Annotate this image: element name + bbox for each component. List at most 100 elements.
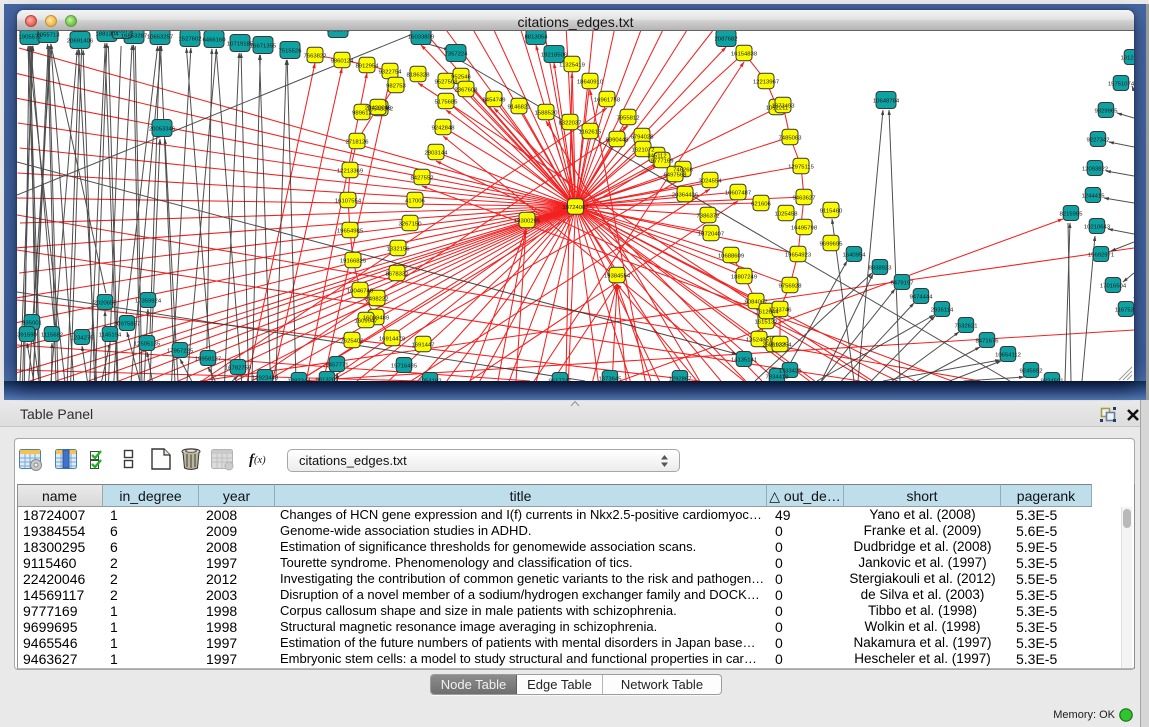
svg-text:1292867: 1292867 xyxy=(669,377,692,382)
svg-text:1733746: 1733746 xyxy=(769,308,793,314)
svg-text:19654923: 19654923 xyxy=(785,253,812,259)
svg-text:9463627: 9463627 xyxy=(793,196,816,202)
svg-text:9324501: 9324501 xyxy=(1041,379,1064,382)
svg-text:9457771: 9457771 xyxy=(326,363,349,369)
svg-text:621606: 621606 xyxy=(751,202,771,208)
svg-text:9084067: 9084067 xyxy=(745,300,768,306)
svg-text:9617741: 9617741 xyxy=(549,379,572,382)
svg-text:12213369: 12213369 xyxy=(337,169,363,175)
svg-text:2935114: 2935114 xyxy=(931,308,954,314)
svg-text:1025458: 1025458 xyxy=(775,212,799,218)
svg-text:1373645: 1373645 xyxy=(599,377,623,382)
svg-text:1292344: 1292344 xyxy=(288,379,312,382)
svg-text:18720407: 18720407 xyxy=(698,232,724,238)
svg-text:8471676: 8471676 xyxy=(976,339,1000,345)
svg-text:16782759: 16782759 xyxy=(225,366,251,372)
svg-text:8990448: 8990448 xyxy=(606,138,630,144)
svg-text:1498222: 1498222 xyxy=(366,297,389,303)
svg-text:9115460: 9115460 xyxy=(820,209,843,215)
svg-text:8322037: 8322037 xyxy=(559,121,582,127)
svg-text:12093822: 12093822 xyxy=(1082,167,1108,173)
svg-text:8186328: 8186328 xyxy=(407,73,431,79)
svg-text:16495798: 16495798 xyxy=(791,226,818,232)
svg-text:5175685: 5175685 xyxy=(435,100,459,106)
svg-text:7663822: 7663822 xyxy=(304,54,327,60)
svg-text:1615132: 1615132 xyxy=(755,320,778,326)
svg-text:19958127: 19958127 xyxy=(195,357,221,363)
svg-text:19654985: 19654985 xyxy=(337,229,364,235)
svg-text:7632621: 7632621 xyxy=(955,324,978,330)
svg-text:9322754: 9322754 xyxy=(379,70,403,76)
svg-text:12213967: 12213967 xyxy=(753,80,779,86)
svg-text:7386372: 7386372 xyxy=(697,214,720,220)
svg-text:1588520: 1588520 xyxy=(535,111,559,117)
svg-text:1115682: 1115682 xyxy=(41,333,63,339)
svg-text:17957225: 17957225 xyxy=(167,349,194,355)
svg-text:16154838: 16154838 xyxy=(731,52,758,58)
svg-text:8678332: 8678332 xyxy=(386,272,409,278)
svg-text:19166825: 19166825 xyxy=(340,259,367,265)
svg-text:15692971: 15692971 xyxy=(1088,253,1114,259)
svg-text:9699695: 9699695 xyxy=(820,242,844,248)
svg-text:985573: 985573 xyxy=(112,31,132,35)
svg-text:20691406: 20691406 xyxy=(67,39,94,45)
svg-text:16107554: 16107554 xyxy=(335,199,362,205)
svg-text:6794028: 6794028 xyxy=(631,135,655,141)
svg-text:8215955: 8215955 xyxy=(1060,212,1084,218)
svg-text:1873493: 1873493 xyxy=(772,104,796,110)
svg-text:17359924: 17359924 xyxy=(135,299,162,305)
svg-text:952546: 952546 xyxy=(451,75,471,81)
svg-text:10688609: 10688609 xyxy=(718,254,744,260)
svg-text:6497568: 6497568 xyxy=(664,173,688,179)
svg-text:9329965: 9329965 xyxy=(1095,109,1119,115)
svg-text:1054192: 1054192 xyxy=(419,379,442,382)
svg-text:2020655: 2020655 xyxy=(94,301,118,307)
svg-text:935001: 935001 xyxy=(22,321,42,327)
svg-text:2087682: 2087682 xyxy=(715,37,738,43)
svg-text:19218506: 19218506 xyxy=(541,53,568,59)
svg-text:16033809: 16033809 xyxy=(408,35,434,41)
svg-text:20975857: 20975857 xyxy=(114,322,140,328)
svg-text:18640910: 18640910 xyxy=(577,80,604,86)
svg-text:18807249: 18807249 xyxy=(731,275,757,281)
svg-text:8813054: 8813054 xyxy=(525,35,549,41)
svg-text:10210643: 10210643 xyxy=(1084,225,1111,231)
svg-text:7357224: 7357224 xyxy=(445,52,469,58)
svg-text:9227342: 9227342 xyxy=(1087,138,1110,144)
svg-text:18300295: 18300295 xyxy=(514,219,541,225)
svg-text:417006: 417006 xyxy=(405,199,425,205)
svg-text:17016504: 17016504 xyxy=(1100,284,1127,290)
svg-text:3267150: 3267150 xyxy=(399,222,423,228)
svg-text:7625402: 7625402 xyxy=(341,339,364,345)
svg-text:1691447: 1691447 xyxy=(412,343,435,349)
svg-text:9756928: 9756928 xyxy=(779,284,803,290)
svg-text:15716485: 15716485 xyxy=(391,364,418,370)
svg-text:8427552: 8427552 xyxy=(411,176,434,182)
svg-text:9813207: 9813207 xyxy=(316,378,339,382)
svg-text:9612254: 9612254 xyxy=(769,343,793,349)
svg-text:22420046: 22420046 xyxy=(365,106,392,112)
svg-text:1145194: 1145194 xyxy=(99,333,122,339)
svg-text:12923448: 12923448 xyxy=(252,376,279,382)
svg-text:2803144: 2803144 xyxy=(425,151,449,157)
svg-text:16671355: 16671355 xyxy=(250,44,277,50)
svg-text:12975115: 12975115 xyxy=(788,165,814,171)
svg-text:1244415: 1244415 xyxy=(1082,194,1106,200)
svg-text:1167533: 1167533 xyxy=(1115,308,1134,314)
svg-text:15751074: 15751074 xyxy=(1108,82,1134,88)
svg-text:391590: 391590 xyxy=(17,333,37,339)
svg-text:7955812: 7955812 xyxy=(617,116,640,122)
svg-text:18724007: 18724007 xyxy=(562,205,588,211)
svg-text:11325419: 11325419 xyxy=(559,63,585,69)
svg-text:10046748: 10046748 xyxy=(347,289,374,295)
svg-text:19384554: 19384554 xyxy=(604,274,631,280)
svg-text:6479197: 6479197 xyxy=(891,281,914,287)
svg-text:9245652: 9245652 xyxy=(1020,369,1043,375)
svg-text:1332156: 1332156 xyxy=(387,247,411,253)
svg-text:20053346: 20053346 xyxy=(149,127,176,133)
svg-text:2055713: 2055713 xyxy=(37,33,61,39)
svg-text:1405571: 1405571 xyxy=(327,31,350,34)
svg-text:16961758: 16961758 xyxy=(594,98,621,104)
svg-text:1640954: 1640954 xyxy=(843,253,867,259)
svg-text:1312965: 1312965 xyxy=(1121,56,1134,62)
